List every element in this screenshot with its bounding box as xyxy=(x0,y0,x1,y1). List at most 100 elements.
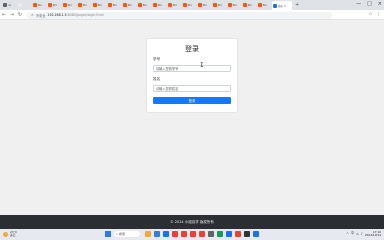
weather-desc: 多云 xyxy=(10,233,16,237)
minimize-icon[interactable]: — xyxy=(356,1,361,7)
browser-tab[interactable]: Bro xyxy=(77,1,91,9)
tab-title: Bro xyxy=(143,3,147,7)
tab-favicon-icon xyxy=(33,3,37,7)
taskbar-app-icon[interactable] xyxy=(217,231,223,237)
pinned-apps xyxy=(145,231,259,237)
browser-tab[interactable]: Bro xyxy=(242,1,256,9)
browser-tab[interactable]: Bro xyxy=(257,1,271,9)
tab-title: Bro xyxy=(38,3,42,7)
browser-tab[interactable]: Bro xyxy=(122,1,136,9)
reload-icon[interactable]: ↻ xyxy=(16,12,24,18)
login-card: 登录 学号 请输入您的学号 姓名 请输入您的姓名 登录 xyxy=(147,39,237,112)
taskbar-app-icon[interactable] xyxy=(163,231,169,237)
tab-title: nd - xyxy=(8,3,13,7)
network-icon[interactable]: ⌂ xyxy=(356,232,358,236)
browser-tab[interactable] xyxy=(17,1,31,9)
taskbar-app-icon[interactable] xyxy=(226,231,232,237)
name-label: 姓名 xyxy=(153,77,161,81)
tab-title: Bro xyxy=(68,3,72,7)
tab-favicon-icon xyxy=(273,3,277,8)
taskbar-app-icon[interactable] xyxy=(154,231,160,237)
toolbar-right: ☆ ⋮ xyxy=(368,12,381,17)
active-browser-tab[interactable]: 登录 × xyxy=(272,1,292,10)
close-tab-icon[interactable]: × xyxy=(284,4,287,8)
menu-icon[interactable]: ⋮ xyxy=(377,12,382,17)
url-path: :8080/pages/login.html xyxy=(66,13,104,17)
ime-icon[interactable]: 中 xyxy=(351,231,355,236)
volume-icon[interactable]: ♪ xyxy=(361,232,363,236)
forward-icon[interactable]: → xyxy=(8,12,16,18)
login-title: 登录 xyxy=(185,45,199,53)
student-id-input[interactable]: 请输入您的学号 xyxy=(153,65,231,72)
browser-tab[interactable]: Bro xyxy=(167,1,181,9)
security-label: 不安全 xyxy=(35,13,46,18)
browser-tab[interactable]: Bro xyxy=(92,1,106,9)
taskbar: 23°C 多云 ⌕ 搜索 ^ 中 ⌂ ♪ 17:10 2024/10/12 xyxy=(0,229,384,240)
tab-favicon-icon xyxy=(153,3,157,7)
page-footer: © 2024 小组自学 版权所有 xyxy=(0,215,384,229)
search-icon: ⌕ xyxy=(116,232,118,236)
weather-icon xyxy=(3,231,8,237)
browser-tab[interactable]: Bro xyxy=(152,1,166,9)
search-text: 搜索 xyxy=(118,232,125,236)
warning-icon[interactable]: ⚠ xyxy=(31,13,34,17)
browser-tab[interactable]: Bro xyxy=(197,1,211,9)
close-window-icon[interactable]: × xyxy=(378,1,382,7)
system-tray: ^ 中 ⌂ ♪ 17:10 2024/10/12 xyxy=(346,230,381,237)
weather-widget[interactable]: 23°C 多云 xyxy=(3,231,17,237)
taskbar-app-icon[interactable] xyxy=(235,231,241,237)
back-icon[interactable]: ← xyxy=(0,12,8,18)
taskbar-app-icon[interactable] xyxy=(208,231,214,237)
tray-expand-icon[interactable]: ^ xyxy=(346,232,349,236)
url-bar[interactable]: ⚠ 不安全 192.168.1.5:8080/pages/login.html xyxy=(27,11,332,19)
tab-favicon-icon xyxy=(93,3,97,7)
tab-favicon-icon xyxy=(108,3,112,7)
url-text[interactable]: 192.168.1.5:8080/pages/login.html xyxy=(47,13,103,17)
taskbar-app-icon[interactable] xyxy=(145,231,151,237)
name-input[interactable]: 请输入您的姓名 xyxy=(153,85,231,92)
window-controls: — □ × xyxy=(356,1,382,7)
taskbar-app-icon[interactable] xyxy=(190,231,196,237)
tab-favicon-icon xyxy=(138,3,142,7)
browser-tab[interactable]: Bro xyxy=(62,1,76,9)
student-id-label: 学号 xyxy=(153,57,161,61)
tab-title: 登录 xyxy=(278,4,283,8)
tab-title: Bro xyxy=(233,3,237,7)
tab-title: Bro xyxy=(248,3,252,7)
tab-favicon-icon xyxy=(123,3,127,7)
browser-tab[interactable]: Bro xyxy=(182,1,196,9)
maximize-icon[interactable]: □ xyxy=(367,1,372,7)
browser-tab-strip: nd - Bro Bro Bro Bro Bro Bro Bro Bro Bro Bro Bro Bro… xyxy=(0,0,384,10)
tab-favicon-icon xyxy=(183,3,187,7)
tab-favicon-icon xyxy=(243,3,247,7)
browser-tab[interactable]: Bro xyxy=(212,1,226,9)
browser-tab[interactable]: nd - xyxy=(2,1,16,9)
taskbar-search[interactable]: ⌕ 搜索 xyxy=(114,231,140,237)
browser-tab[interactable]: Bro xyxy=(32,1,46,9)
tab-title: Bro xyxy=(188,3,192,7)
tab-title: Bro xyxy=(53,3,57,7)
clock-date: 2024/10/12 xyxy=(364,232,381,237)
taskbar-app-icon[interactable] xyxy=(199,231,205,237)
tab-favicon-icon xyxy=(198,3,202,7)
taskbar-app-icon[interactable] xyxy=(253,231,259,237)
start-icon[interactable] xyxy=(105,231,111,237)
browser-tab[interactable]: Bro xyxy=(137,1,151,9)
taskbar-app-icon[interactable] xyxy=(181,231,187,237)
new-tab-icon[interactable]: + xyxy=(295,2,299,8)
star-icon[interactable]: ☆ xyxy=(368,12,372,17)
tab-favicon-icon xyxy=(258,3,262,7)
tab-favicon-icon xyxy=(213,3,217,7)
login-button[interactable]: 登录 xyxy=(153,97,231,104)
taskbar-app-icon[interactable] xyxy=(244,231,250,237)
browser-tab[interactable]: Bro xyxy=(227,1,241,9)
tab-favicon-icon xyxy=(78,3,82,7)
tab-favicon-icon xyxy=(228,3,232,7)
taskbar-app-icon[interactable] xyxy=(172,231,178,237)
browser-tab[interactable]: Bro xyxy=(47,1,61,9)
tab-title: Bro xyxy=(128,3,132,7)
browser-tab[interactable]: Bro xyxy=(107,1,121,9)
clock[interactable]: 17:10 2024/10/12 xyxy=(364,230,381,237)
tab-title: Bro xyxy=(263,3,267,7)
tab-title: Bro xyxy=(218,3,222,7)
